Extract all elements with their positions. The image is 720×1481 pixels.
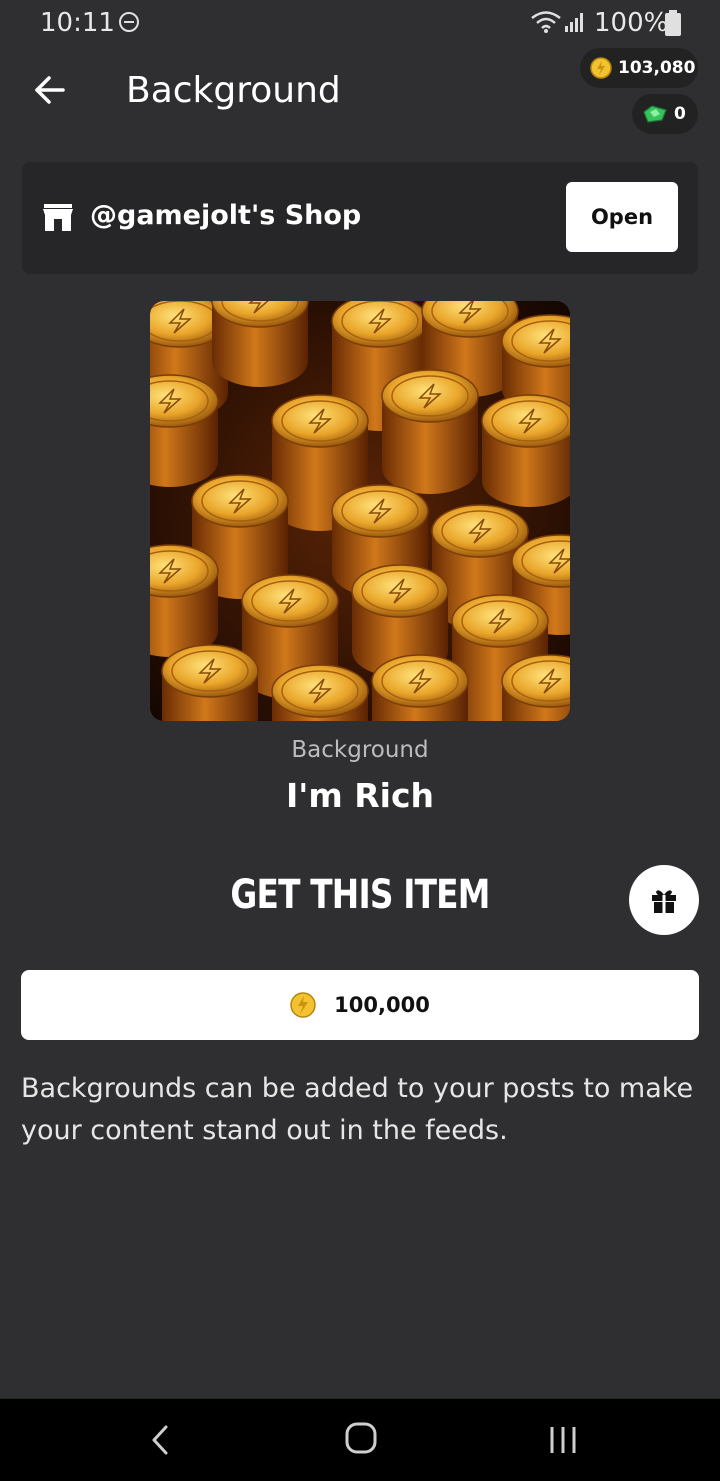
- nav-recents-icon[interactable]: [546, 1423, 580, 1457]
- item-type-label: Background: [291, 737, 429, 763]
- coin-stack: [481, 394, 570, 507]
- get-this-item-heading: GET THIS ITEM: [230, 872, 490, 918]
- gem-balance-value: 0: [674, 104, 686, 124]
- back-arrow-icon[interactable]: [32, 72, 68, 108]
- do-not-disturb-icon: [119, 12, 139, 32]
- gift-icon: [652, 890, 676, 913]
- item-name: I'm Rich: [285, 776, 435, 815]
- coin-stack: [501, 654, 570, 721]
- coin-stack: [150, 544, 219, 657]
- nav-home-icon[interactable]: [344, 1421, 378, 1455]
- coin-stack: [150, 374, 219, 487]
- nav-back-icon[interactable]: [146, 1423, 174, 1457]
- page-title: Background: [126, 70, 341, 111]
- item-description: Backgrounds can be added to your posts t…: [21, 1073, 694, 1146]
- status-bar: 10:11 100%: [0, 0, 720, 46]
- store-icon: [43, 204, 73, 231]
- coin-icon: [290, 992, 316, 1018]
- gem-balance[interactable]: 0: [632, 94, 698, 134]
- coin-stack: [211, 301, 309, 387]
- battery-percentage: 100%: [594, 8, 669, 38]
- item-preview-image: [150, 301, 570, 721]
- battery-icon: [665, 10, 681, 36]
- coin-balance[interactable]: 103,080: [580, 48, 698, 88]
- coin-stack: [381, 369, 479, 494]
- coin-stack: [271, 664, 369, 721]
- shop-name: @gamejolt's Shop: [90, 200, 362, 231]
- buy-with-coins-button[interactable]: 100,000: [21, 970, 699, 1040]
- open-shop-button[interactable]: Open: [566, 182, 678, 252]
- gift-button[interactable]: [629, 865, 699, 935]
- gem-icon: [643, 105, 667, 123]
- wifi-icon: [531, 11, 561, 33]
- system-nav-bar: [0, 1398, 720, 1481]
- coin-stack: [161, 644, 259, 721]
- coin-icon: [590, 57, 612, 79]
- status-time: 10:11: [40, 8, 115, 38]
- coin-balance-value: 103,080: [618, 58, 696, 78]
- signal-icon: [565, 13, 583, 32]
- coin-stack: [371, 654, 469, 721]
- shop-card: @gamejolt's Shop Open: [22, 162, 698, 274]
- price-value: 100,000: [334, 993, 430, 1017]
